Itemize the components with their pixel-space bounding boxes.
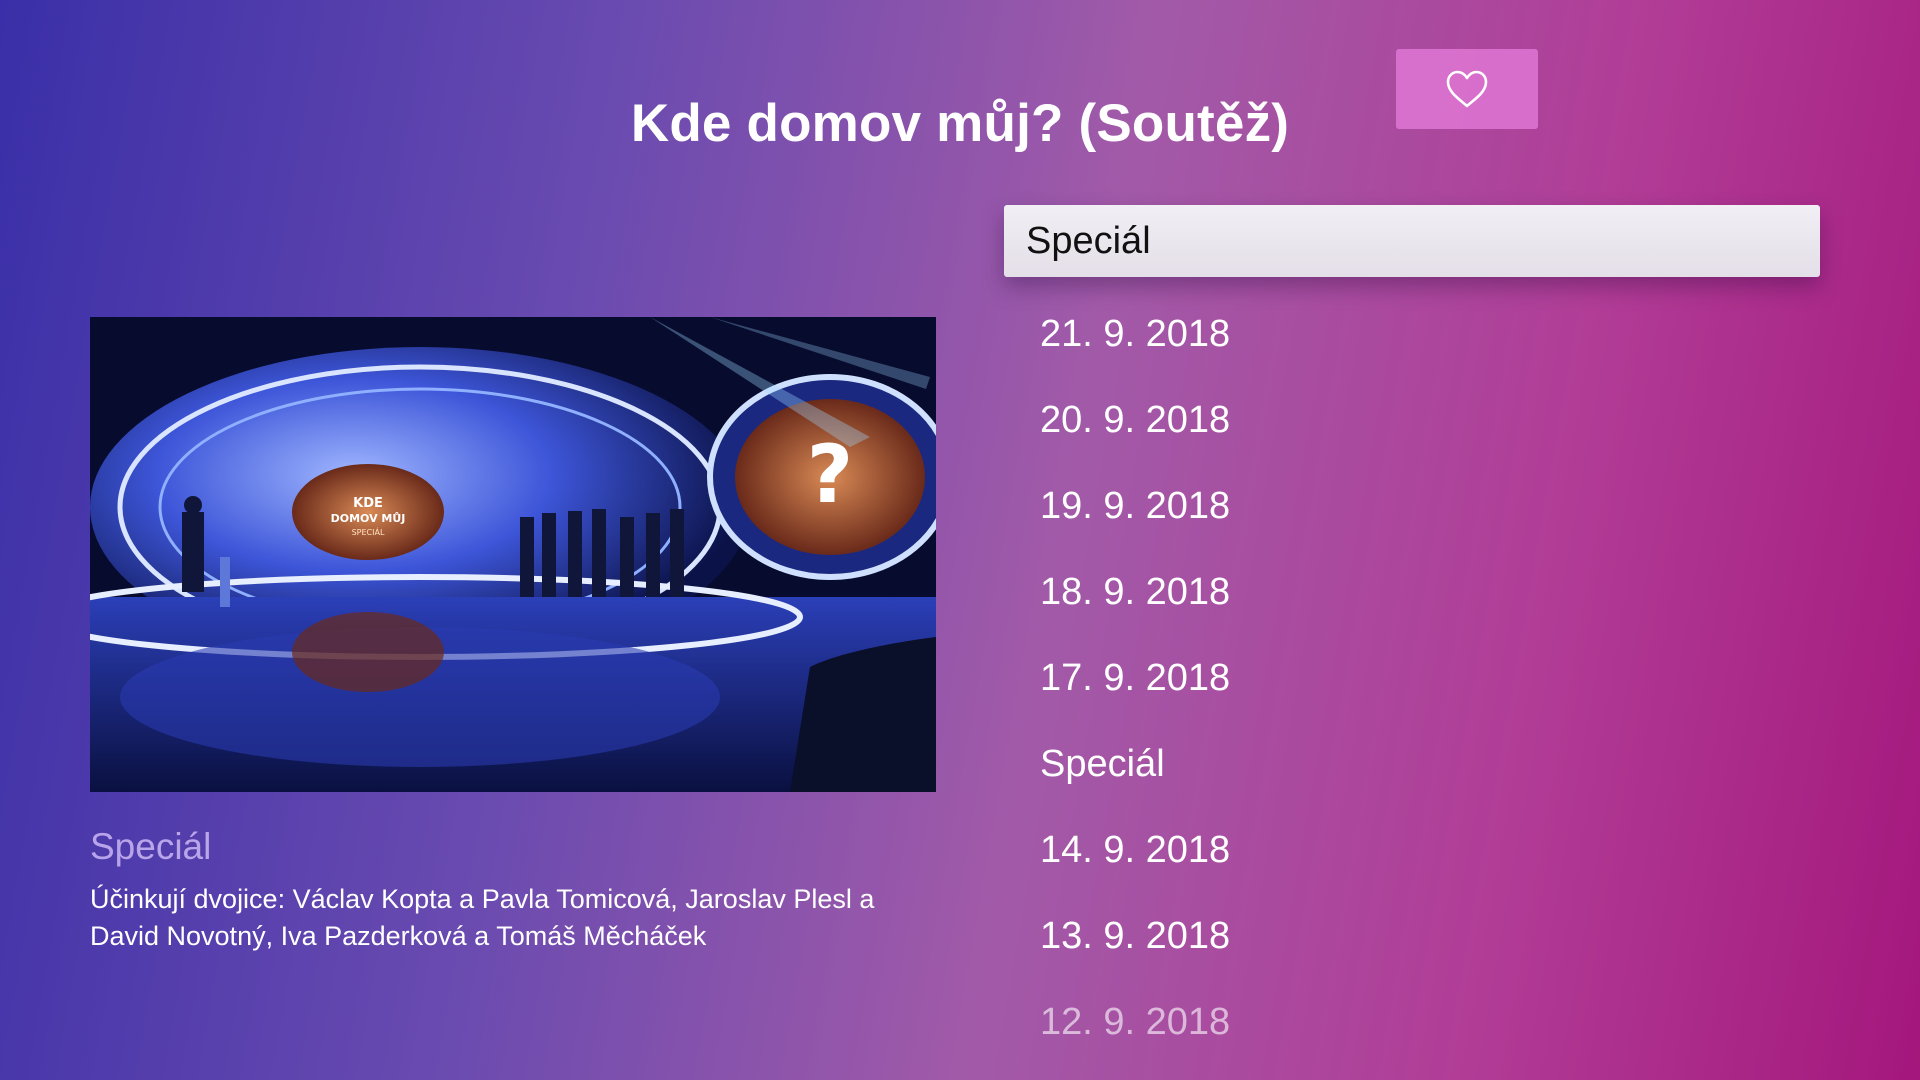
svg-text:SPECIÁL: SPECIÁL xyxy=(352,526,385,537)
episode-label: 21. 9. 2018 xyxy=(1040,313,1231,355)
episode-label: Speciál xyxy=(1040,743,1165,785)
episode-item-focused[interactable]: Speciál xyxy=(1004,205,1820,277)
episode-item[interactable]: 12. 9. 2018 xyxy=(1004,979,1820,1065)
episode-item[interactable]: Speciál xyxy=(1004,721,1820,807)
episode-item[interactable]: 13. 9. 2018 xyxy=(1004,893,1820,979)
heart-outline-icon xyxy=(1446,70,1488,108)
episode-item[interactable]: 21. 9. 2018 xyxy=(1004,291,1820,377)
episode-label: 12. 9. 2018 xyxy=(1040,1001,1231,1043)
episode-label: 20. 9. 2018 xyxy=(1040,399,1231,441)
episode-item[interactable]: 20. 9. 2018 xyxy=(1004,377,1820,463)
episode-label: 18. 9. 2018 xyxy=(1040,571,1231,613)
episode-label: 17. 9. 2018 xyxy=(1040,657,1231,699)
svg-text:DOMOV MŮJ: DOMOV MŮJ xyxy=(331,512,406,525)
episode-item[interactable]: 18. 9. 2018 xyxy=(1004,549,1820,635)
episode-item[interactable]: 19. 9. 2018 xyxy=(1004,463,1820,549)
episode-label: Speciál xyxy=(1026,220,1151,262)
episode-list: Speciál 21. 9. 2018 20. 9. 2018 19. 9. 2… xyxy=(1004,205,1820,1065)
episode-item[interactable]: 17. 9. 2018 xyxy=(1004,635,1820,721)
episode-description: Účinkují dvojice: Václav Kopta a Pavla T… xyxy=(90,884,875,951)
tv-app-screen: Kde domov můj? (Soutěž) ? KDE DOMOV MŮJ … xyxy=(0,0,1920,1080)
episode-label: 14. 9. 2018 xyxy=(1040,829,1231,871)
svg-text:KDE: KDE xyxy=(353,496,383,511)
episode-item[interactable]: 14. 9. 2018 xyxy=(1004,807,1820,893)
episode-thumbnail: ? KDE DOMOV MŮJ SPECIÁL xyxy=(90,317,936,792)
page-title: Kde domov můj? (Soutěž) xyxy=(630,93,1290,153)
favorite-button[interactable] xyxy=(1396,49,1538,129)
episode-title: Speciál xyxy=(90,826,212,867)
episode-label: 19. 9. 2018 xyxy=(1040,485,1231,527)
episode-label: 13. 9. 2018 xyxy=(1040,915,1231,957)
